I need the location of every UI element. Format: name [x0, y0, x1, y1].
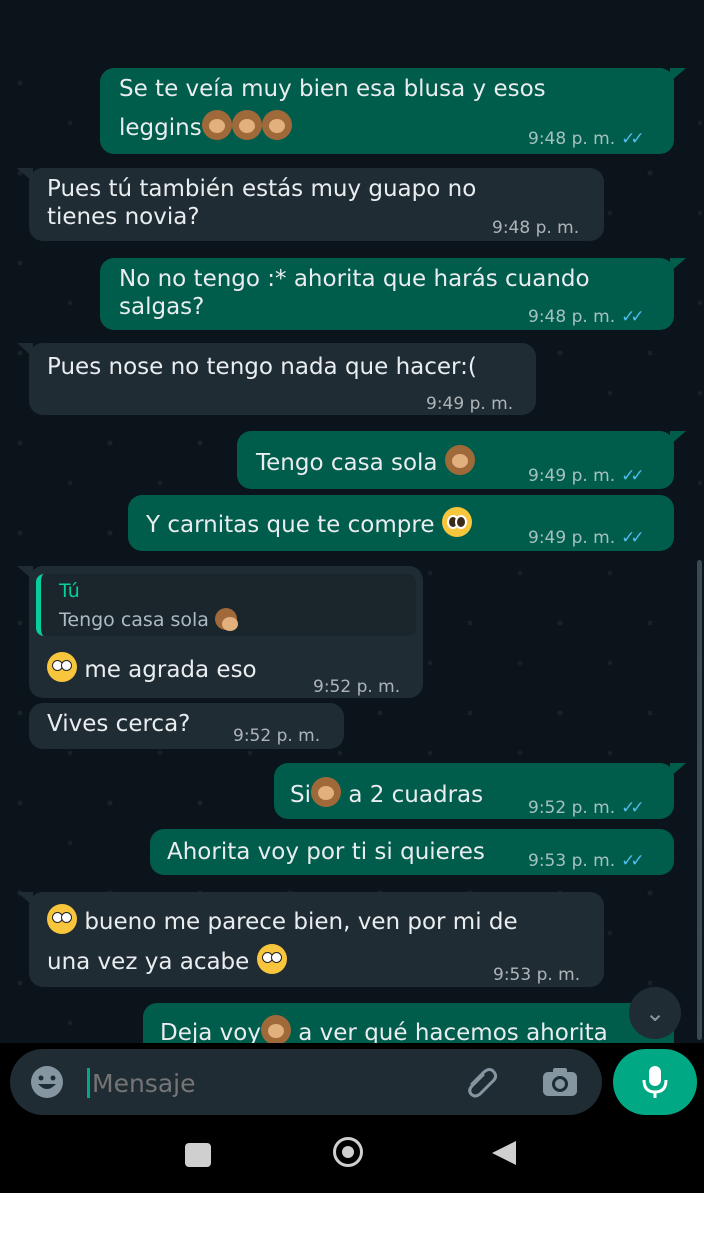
timestamp: 9:52 p. m.: [233, 726, 321, 746]
read-ticks-icon: ✓✓: [621, 307, 644, 327]
timestamp: 9:48 p. m.: [528, 129, 616, 149]
message-text-row2: una vez ya acabe: [47, 944, 287, 976]
message-bubble-incoming[interactable]: Pues tú también estás muy guapo no tiene…: [17, 168, 604, 241]
reply-body: me agrada eso 9:52 p. m.: [29, 566, 423, 698]
message-text-line2: salgas?: [119, 294, 205, 320]
system-navigation-bar: [0, 1127, 704, 1193]
message-text-row: Deja voy a ver qué hacemos ahorita: [160, 1015, 608, 1043]
message-meta: 9:52 p. m. ✓✓: [528, 795, 645, 822]
see-no-evil-monkey-icon: [201, 110, 232, 140]
message-bubble-incoming[interactable]: Vives cerca? 9:52 p. m.: [29, 703, 344, 749]
message-bubble-outgoing[interactable]: Y carnitas que te compre 9:49 p. m. ✓✓: [128, 495, 674, 551]
read-ticks-icon: ✓✓: [621, 798, 644, 818]
flushed-face-icon: [47, 652, 77, 682]
scrollbar[interactable]: [697, 560, 702, 1040]
message-bubble-outgoing[interactable]: Se te veía muy bien esa blusa y esos leg…: [100, 68, 686, 154]
timestamp: 9:49 p. m.: [528, 528, 616, 548]
home-button-dot: [342, 1146, 354, 1158]
message-text: Pues nose no tengo nada que hacer:(: [47, 354, 477, 380]
message-text-row: bueno me parece bien, ven por mi de: [47, 904, 518, 936]
message-meta: 9:48 p. m. ✓✓: [528, 126, 645, 153]
message-meta: 9:49 p. m. ✓✓: [528, 525, 645, 552]
message-text: Pues tú también estás muy guapo no: [47, 176, 477, 202]
read-ticks-icon: ✓✓: [621, 129, 644, 149]
message-bubble-outgoing[interactable]: Deja voy a ver qué hacemos ahorita: [143, 1003, 674, 1043]
paperclip-icon[interactable]: [462, 1062, 502, 1102]
chevron-down-icon: ⌄: [644, 999, 666, 1027]
home-button[interactable]: [333, 1137, 363, 1167]
message-text: No no tengo :* ahorita que harás cuando: [119, 266, 590, 292]
scroll-to-bottom-button[interactable]: ⌄: [629, 987, 681, 1039]
camera-icon[interactable]: [540, 1062, 580, 1102]
timestamp: 9:53 p. m.: [493, 965, 581, 985]
message-meta: 9:49 p. m. ✓✓: [528, 463, 645, 490]
timestamp: 9:52 p. m.: [313, 677, 401, 697]
message-input[interactable]: [90, 1061, 454, 1105]
pleading-face-icon: [441, 507, 472, 537]
timestamp: 9:48 p. m.: [528, 307, 616, 327]
message-bubble-outgoing[interactable]: Si a 2 cuadras 9:52 p. m. ✓✓: [274, 763, 686, 822]
message-text-line2: leggins: [119, 110, 292, 142]
message-text-row: me agrada eso: [47, 652, 257, 684]
message-bubble-incoming[interactable]: Pues nose no tengo nada que hacer:( 9:49…: [17, 343, 536, 415]
flushed-face-icon: [256, 944, 287, 974]
emoji-icon[interactable]: [29, 1064, 65, 1100]
timestamp: 9:49 p. m.: [528, 466, 616, 486]
timestamp: 9:49 p. m.: [426, 394, 514, 414]
message-text-row: Si a 2 cuadras: [290, 777, 483, 809]
read-ticks-icon: ✓✓: [621, 466, 644, 486]
see-no-evil-monkey-icon: [261, 110, 292, 140]
message-text: Se te veía muy bien esa blusa y esos: [119, 76, 546, 102]
see-no-evil-monkey-icon: [311, 777, 341, 807]
voice-record-button[interactable]: [613, 1049, 697, 1115]
message-text-row: Y carnitas que te compre: [146, 507, 472, 539]
message-bubble-outgoing[interactable]: Tengo casa sola 9:49 p. m. ✓✓: [237, 431, 686, 490]
recents-button[interactable]: [185, 1143, 211, 1167]
message-text: Vives cerca?: [47, 711, 191, 737]
bottom-margin: [0, 1193, 704, 1252]
message-meta: 9:53 p. m. ✓✓: [528, 848, 645, 875]
see-no-evil-monkey-icon: [260, 1015, 291, 1043]
timestamp: 9:53 p. m.: [528, 851, 616, 871]
see-no-evil-monkey-icon: [444, 445, 475, 475]
message-text-row: Tengo casa sola: [256, 445, 475, 477]
mic-icon: [642, 1066, 668, 1098]
see-no-evil-monkey-icon: [231, 110, 262, 140]
message-bubble-outgoing[interactable]: No no tengo :* ahorita que harás cuando …: [100, 258, 686, 331]
timestamp: 9:48 p. m.: [492, 218, 580, 238]
message-text: Ahorita voy por ti si quieres: [167, 839, 485, 865]
timestamp: 9:52 p. m.: [528, 798, 616, 818]
message-input-bar: [10, 1049, 602, 1115]
read-ticks-icon: ✓✓: [621, 851, 644, 871]
flushed-face-icon: [47, 904, 77, 934]
message-bubble-outgoing[interactable]: Ahorita voy por ti si quieres 9:53 p. m.…: [150, 829, 674, 875]
read-ticks-icon: ✓✓: [621, 528, 644, 548]
message-meta: 9:48 p. m. ✓✓: [528, 304, 645, 331]
message-text-line2: tienes novia?: [47, 204, 200, 230]
message-bubble-incoming[interactable]: bueno me parece bien, ven por mi de una …: [17, 892, 604, 987]
back-button[interactable]: [492, 1141, 516, 1165]
